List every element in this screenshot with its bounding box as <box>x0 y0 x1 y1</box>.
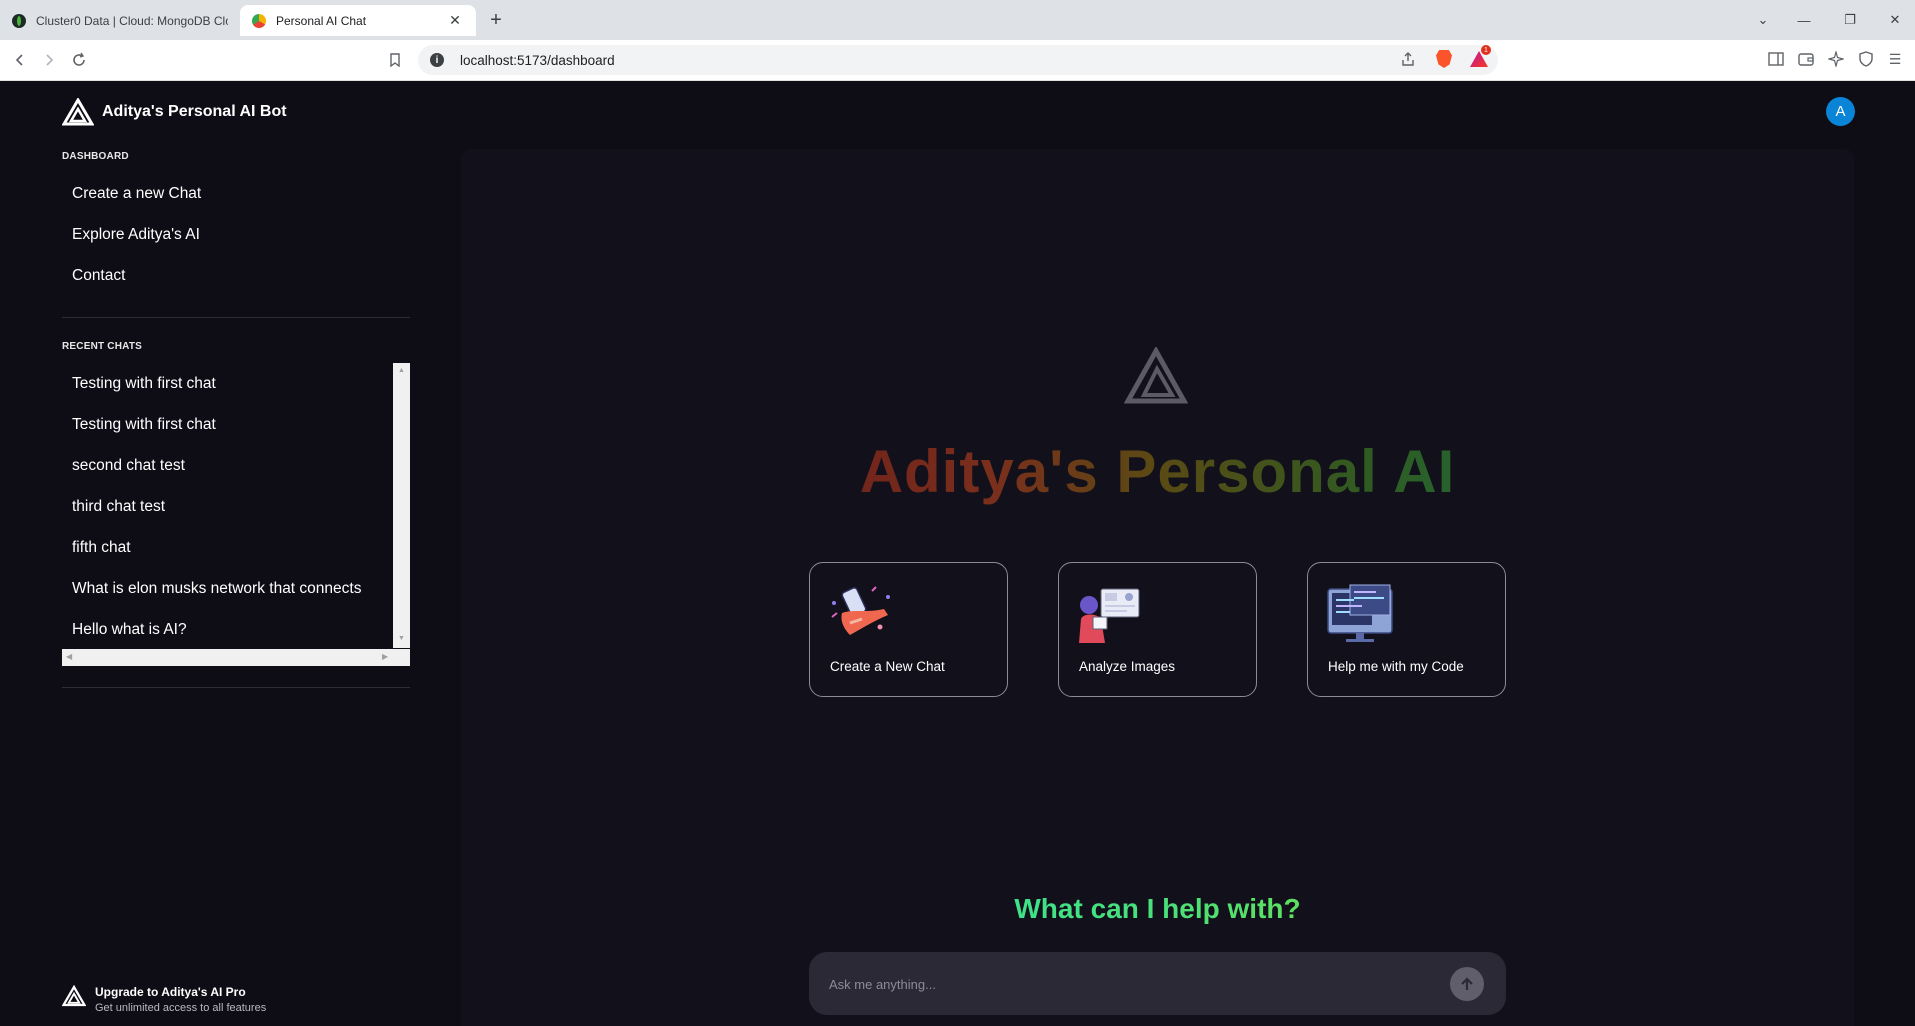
app-favicon-icon <box>252 13 266 28</box>
address-bar[interactable]: i localhost:5173/dashboard <box>418 45 1498 75</box>
recent-chat-item[interactable]: fifth chat <box>72 539 131 557</box>
brand-name: Aditya's Personal AI Bot <box>102 103 287 120</box>
wallet-icon[interactable] <box>1795 48 1817 70</box>
scroll-right-arrow-icon[interactable]: ▶ <box>382 652 388 661</box>
recent-chat-item[interactable]: Testing with first chat <box>72 416 216 434</box>
recent-chat-item[interactable]: Hello what is AI? <box>72 621 187 639</box>
brand-header[interactable]: Aditya's Personal AI Bot <box>62 98 287 126</box>
upgrade-pro-link[interactable]: Upgrade to Aditya's AI Pro Get unlimited… <box>62 985 266 1014</box>
minimize-window-icon[interactable]: — <box>1792 8 1816 32</box>
recent-chats-title: RECENT CHATS <box>62 341 142 352</box>
card-create-new-chat[interactable]: Create a New Chat <box>809 562 1008 697</box>
rewards-badge: 1 <box>1481 45 1491 55</box>
card-label: Create a New Chat <box>830 659 945 674</box>
prompt-bar <box>809 952 1506 1015</box>
upgrade-logo-icon <box>62 985 86 1007</box>
app-root: Aditya's Personal AI Bot A DASHBOARD Cre… <box>0 81 1915 1026</box>
recent-chats-list[interactable]: Testing with first chat Testing with fir… <box>62 361 410 648</box>
url-text: localhost:5173/dashboard <box>460 52 615 68</box>
site-info-icon[interactable]: i <box>430 53 444 67</box>
recent-chats-vertical-scrollbar[interactable]: ▲ ▼ <box>393 363 410 648</box>
dashboard-section-title: DASHBOARD <box>62 151 129 162</box>
leo-ai-icon[interactable] <box>1825 48 1847 70</box>
arrow-up-icon <box>1461 977 1473 990</box>
reload-icon[interactable] <box>68 49 90 71</box>
send-button[interactable] <box>1450 967 1484 1001</box>
recent-chat-item[interactable]: What is elon musks network that connects <box>72 580 361 598</box>
help-heading: What can I help with? <box>740 893 1575 925</box>
brave-shields-icon[interactable] <box>1433 48 1455 70</box>
brave-rewards-icon[interactable]: 1 <box>1468 45 1491 70</box>
browser-tab-personal-ai-chat[interactable]: Personal AI Chat ✕ <box>240 5 476 36</box>
tab-search-chevron-icon[interactable]: ⌄ <box>1751 8 1775 32</box>
nav-explore-ai[interactable]: Explore Aditya's AI <box>72 226 200 244</box>
bookmark-icon[interactable] <box>384 49 406 71</box>
restore-window-icon[interactable]: ❐ <box>1838 8 1862 32</box>
share-icon[interactable] <box>1397 48 1419 70</box>
sidebar-divider <box>62 687 410 688</box>
browser-toolbar: i localhost:5173/dashboard 1 ☰ <box>0 40 1915 81</box>
new-tab-button[interactable]: + <box>484 8 508 32</box>
forward-arrow-icon[interactable] <box>38 49 60 71</box>
back-arrow-icon[interactable] <box>9 49 31 71</box>
upgrade-subtitle: Get unlimited access to all features <box>95 1002 267 1014</box>
recent-chat-item[interactable]: third chat test <box>72 498 165 516</box>
recent-chats-horizontal-scrollbar[interactable]: ◀ ▶ <box>62 649 410 666</box>
card-help-with-code[interactable]: Help me with my Code <box>1307 562 1506 697</box>
hero-title: Aditya's Personal AI <box>740 437 1575 506</box>
browser-tabstrip: Cluster0 Data | Cloud: MongoDB Cloud Per… <box>0 0 1915 40</box>
sidebar-divider <box>62 317 410 318</box>
tab-title: Cluster0 Data | Cloud: MongoDB Cloud <box>36 13 228 28</box>
upgrade-title: Upgrade to Aditya's AI Pro <box>95 985 246 999</box>
card-label: Help me with my Code <box>1328 659 1464 674</box>
scroll-left-arrow-icon[interactable]: ◀ <box>66 652 72 661</box>
menu-hamburger-icon[interactable]: ☰ <box>1884 48 1906 70</box>
browser-tab-mongodb[interactable]: Cluster0 Data | Cloud: MongoDB Cloud <box>0 5 240 36</box>
card-analyze-images[interactable]: Analyze Images <box>1058 562 1257 697</box>
brand-logo-icon <box>62 98 94 126</box>
mongodb-leaf-icon <box>12 13 26 28</box>
prompt-input[interactable] <box>829 972 1429 996</box>
code-illustration-icon <box>1327 584 1393 642</box>
recent-chat-item[interactable]: Testing with first chat <box>72 375 216 393</box>
nav-contact[interactable]: Contact <box>72 267 125 285</box>
scroll-down-arrow-icon[interactable]: ▼ <box>398 635 405 642</box>
close-tab-icon[interactable]: ✕ <box>446 12 464 30</box>
chat-illustration-icon <box>831 586 890 635</box>
sidebar-toggle-icon[interactable] <box>1765 48 1787 70</box>
hero-logo-icon <box>1123 345 1189 410</box>
nav-create-new-chat[interactable]: Create a new Chat <box>72 185 201 203</box>
image-analysis-illustration-icon <box>1079 588 1140 643</box>
scroll-up-arrow-icon[interactable]: ▲ <box>398 367 405 374</box>
recent-chat-item[interactable]: second chat test <box>72 457 185 475</box>
vpn-shield-icon[interactable] <box>1855 48 1877 70</box>
tab-title: Personal AI Chat <box>276 13 367 28</box>
card-label: Analyze Images <box>1079 659 1176 674</box>
close-window-icon[interactable]: ✕ <box>1883 8 1907 32</box>
user-avatar[interactable]: A <box>1826 97 1855 126</box>
